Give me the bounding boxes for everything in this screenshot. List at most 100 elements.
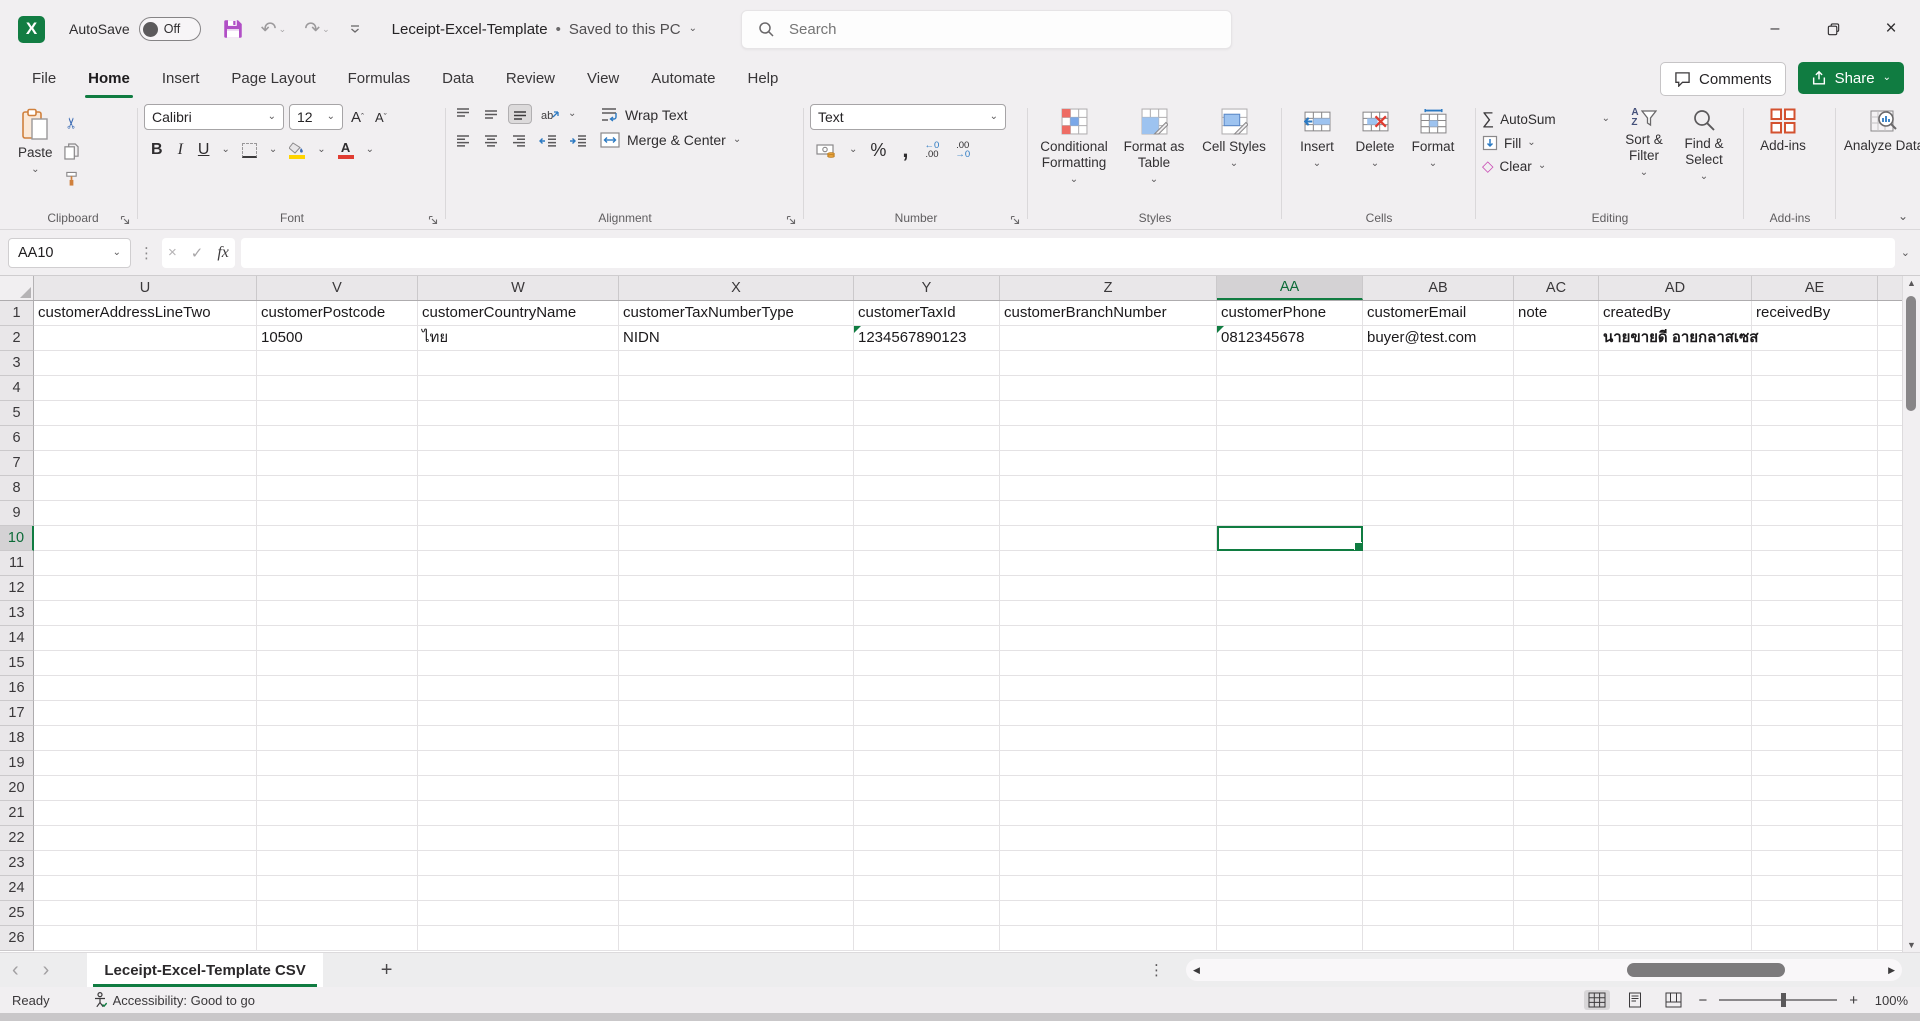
row-header-11[interactable]: 11 <box>0 551 34 576</box>
cell-AD4[interactable] <box>1599 376 1752 401</box>
cell-AC6[interactable] <box>1514 426 1599 451</box>
cell-Y2[interactable]: 1234567890123 <box>854 326 1000 351</box>
row-header-10[interactable]: 10 <box>0 526 34 551</box>
format-as-table-button[interactable]: Format as Table ⌄ <box>1114 104 1194 185</box>
cell-Z22[interactable] <box>1000 826 1217 851</box>
cell-AB9[interactable] <box>1363 501 1514 526</box>
cell-AE2[interactable] <box>1752 326 1878 351</box>
cell-X19[interactable] <box>619 751 854 776</box>
cell-W26[interactable] <box>418 926 619 951</box>
cell-AE1[interactable]: receivedBy <box>1752 301 1878 326</box>
cell-U10[interactable] <box>34 526 257 551</box>
cell-AC3[interactable] <box>1514 351 1599 376</box>
cell-partial-8[interactable] <box>1878 476 1903 501</box>
cell-AC15[interactable] <box>1514 651 1599 676</box>
cell-V8[interactable] <box>257 476 418 501</box>
tab-formulas[interactable]: Formulas <box>332 58 427 98</box>
cell-W21[interactable] <box>418 801 619 826</box>
cell-Y9[interactable] <box>854 501 1000 526</box>
cell-AA20[interactable] <box>1217 776 1363 801</box>
vertical-scroll-thumb[interactable] <box>1906 296 1916 411</box>
cell-V12[interactable] <box>257 576 418 601</box>
font-family-select[interactable]: Calibri ⌄ <box>144 104 284 130</box>
cell-AB13[interactable] <box>1363 601 1514 626</box>
cell-partial-3[interactable] <box>1878 351 1903 376</box>
row-header-7[interactable]: 7 <box>0 451 34 476</box>
cell-U21[interactable] <box>34 801 257 826</box>
cell-partial-5[interactable] <box>1878 401 1903 426</box>
column-header-AD[interactable]: AD <box>1599 276 1752 300</box>
cell-AE26[interactable] <box>1752 926 1878 951</box>
cell-Z6[interactable] <box>1000 426 1217 451</box>
bold-button[interactable]: B <box>148 139 166 161</box>
cell-Y1[interactable]: customerTaxId <box>854 301 1000 326</box>
cell-AE10[interactable] <box>1752 526 1878 551</box>
next-sheet-button[interactable]: › <box>31 960 62 980</box>
cell-AE19[interactable] <box>1752 751 1878 776</box>
cell-V17[interactable] <box>257 701 418 726</box>
cell-Z15[interactable] <box>1000 651 1217 676</box>
cell-partial-15[interactable] <box>1878 651 1903 676</box>
cell-Z25[interactable] <box>1000 901 1217 926</box>
row-header-2[interactable]: 2 <box>0 326 34 351</box>
comments-button[interactable]: Comments <box>1660 62 1786 96</box>
cell-V4[interactable] <box>257 376 418 401</box>
zoom-in-button[interactable]: + <box>1849 992 1858 1009</box>
row-header-18[interactable]: 18 <box>0 726 34 751</box>
cell-U26[interactable] <box>34 926 257 951</box>
cell-V15[interactable] <box>257 651 418 676</box>
cell-AE8[interactable] <box>1752 476 1878 501</box>
cell-AD21[interactable] <box>1599 801 1752 826</box>
cell-W8[interactable] <box>418 476 619 501</box>
row-header-19[interactable]: 19 <box>0 751 34 776</box>
cell-AE16[interactable] <box>1752 676 1878 701</box>
cell-X26[interactable] <box>619 926 854 951</box>
cell-Y19[interactable] <box>854 751 1000 776</box>
cell-partial-20[interactable] <box>1878 776 1903 801</box>
merge-center-chevron-icon[interactable]: ⌄ <box>733 135 741 145</box>
cell-AA2[interactable]: 0812345678 <box>1217 326 1363 351</box>
cell-X17[interactable] <box>619 701 854 726</box>
cell-Y20[interactable] <box>854 776 1000 801</box>
row-header-14[interactable]: 14 <box>0 626 34 651</box>
cell-W7[interactable] <box>418 451 619 476</box>
cell-AE3[interactable] <box>1752 351 1878 376</box>
cell-Y24[interactable] <box>854 876 1000 901</box>
cell-X2[interactable]: NIDN <box>619 326 854 351</box>
share-button[interactable]: Share ⌄ <box>1798 62 1904 94</box>
cell-X11[interactable] <box>619 551 854 576</box>
cell-U13[interactable] <box>34 601 257 626</box>
cell-W18[interactable] <box>418 726 619 751</box>
cell-Y7[interactable] <box>854 451 1000 476</box>
cell-Z12[interactable] <box>1000 576 1217 601</box>
cell-AA5[interactable] <box>1217 401 1363 426</box>
fill-button[interactable]: Fill ⌄ <box>1482 135 1610 151</box>
cell-AA15[interactable] <box>1217 651 1363 676</box>
cell-Z19[interactable] <box>1000 751 1217 776</box>
cell-Y10[interactable] <box>854 526 1000 551</box>
cell-AC1[interactable]: note <box>1514 301 1599 326</box>
analyze-data-button[interactable]: Analyze Data <box>1842 104 1920 154</box>
find-select-button[interactable]: Find & Select ⌄ <box>1674 104 1734 182</box>
row-header-5[interactable]: 5 <box>0 401 34 426</box>
cell-Y12[interactable] <box>854 576 1000 601</box>
align-center-button[interactable] <box>480 132 502 150</box>
cell-U5[interactable] <box>34 401 257 426</box>
close-button[interactable]: × <box>1862 0 1920 58</box>
middle-align-button[interactable] <box>480 105 502 123</box>
cell-AC19[interactable] <box>1514 751 1599 776</box>
name-box-chevron-icon[interactable]: ⌄ <box>113 248 121 258</box>
cell-Y21[interactable] <box>854 801 1000 826</box>
merge-center-button[interactable]: Merge & Center ⌄ <box>600 132 741 148</box>
cell-AD26[interactable] <box>1599 926 1752 951</box>
cell-AA13[interactable] <box>1217 601 1363 626</box>
accessibility-status[interactable]: Accessibility: Good to go <box>94 992 255 1008</box>
cell-AE20[interactable] <box>1752 776 1878 801</box>
redo-button[interactable]: ↷ ⌄ <box>304 20 329 39</box>
cell-U19[interactable] <box>34 751 257 776</box>
cell-Z14[interactable] <box>1000 626 1217 651</box>
page-break-preview-button[interactable] <box>1660 990 1686 1010</box>
cell-AB4[interactable] <box>1363 376 1514 401</box>
cell-AE11[interactable] <box>1752 551 1878 576</box>
cell-AE14[interactable] <box>1752 626 1878 651</box>
